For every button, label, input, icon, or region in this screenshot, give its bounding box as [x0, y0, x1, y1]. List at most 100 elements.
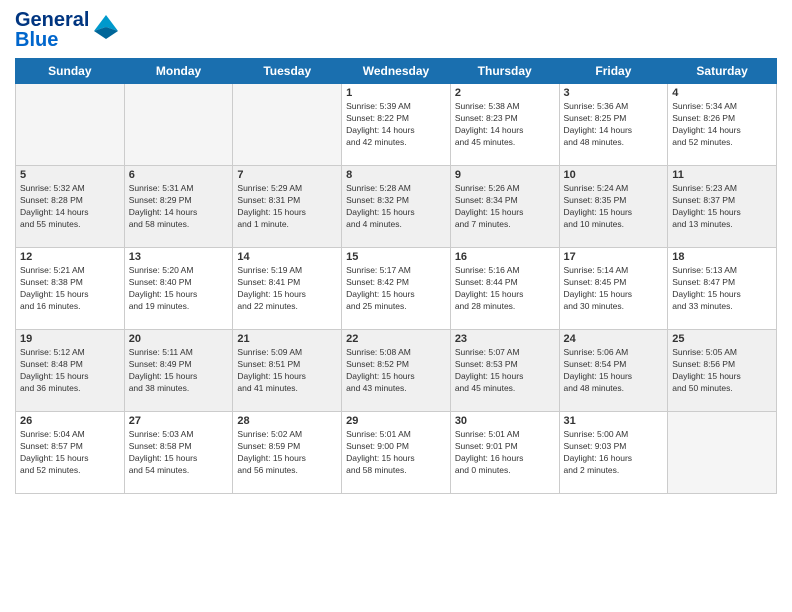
- calendar-cell: [233, 84, 342, 166]
- week-row-1: 1 Sunrise: 5:39 AM Sunset: 8:22 PM Daylig…: [16, 84, 777, 166]
- calendar-cell: 11Sunrise: 5:23 AM Sunset: 8:37 PM Dayli…: [668, 166, 777, 248]
- logo-general: General: [15, 10, 89, 30]
- calendar-cell: [16, 84, 125, 166]
- day-number: 10: [564, 169, 664, 181]
- calendar-cell: 6 Sunrise: 5:31 AM Sunset: 8:29 PM Daylig…: [124, 166, 233, 248]
- weekday-wednesday: Wednesday: [342, 59, 451, 84]
- day-number: 6: [129, 169, 229, 181]
- day-info: Sunrise: 5:07 AM Sunset: 8:53 PM Dayligh…: [455, 347, 555, 395]
- day-info: Sunrise: 5:28 AM Sunset: 8:32 PM Dayligh…: [346, 183, 446, 231]
- day-number: 19: [20, 333, 120, 345]
- day-number: 4: [672, 87, 772, 99]
- weekday-thursday: Thursday: [450, 59, 559, 84]
- day-number: 29: [346, 415, 446, 427]
- calendar-cell: 10Sunrise: 5:24 AM Sunset: 8:35 PM Dayli…: [559, 166, 668, 248]
- calendar-cell: 20Sunrise: 5:11 AM Sunset: 8:49 PM Dayli…: [124, 330, 233, 412]
- day-info: Sunrise: 5:36 AM Sunset: 8:25 PM Dayligh…: [564, 101, 664, 149]
- calendar-cell: [124, 84, 233, 166]
- day-number: 1: [346, 87, 446, 99]
- day-number: 9: [455, 169, 555, 181]
- calendar-cell: [668, 412, 777, 494]
- day-info: Sunrise: 5:12 AM Sunset: 8:48 PM Dayligh…: [20, 347, 120, 395]
- calendar-table: SundayMondayTuesdayWednesdayThursdayFrid…: [15, 58, 777, 494]
- day-info: Sunrise: 5:31 AM Sunset: 8:29 PM Dayligh…: [129, 183, 229, 231]
- calendar-cell: 25Sunrise: 5:05 AM Sunset: 8:56 PM Dayli…: [668, 330, 777, 412]
- day-info: Sunrise: 5:23 AM Sunset: 8:37 PM Dayligh…: [672, 183, 772, 231]
- day-number: 27: [129, 415, 229, 427]
- week-row-5: 26 Sunrise: 5:04 AM Sunset: 8:57 PM Dayli…: [16, 412, 777, 494]
- calendar-cell: 5 Sunrise: 5:32 AM Sunset: 8:28 PM Daylig…: [16, 166, 125, 248]
- weekday-sunday: Sunday: [16, 59, 125, 84]
- day-number: 24: [564, 333, 664, 345]
- day-info: Sunrise: 5:38 AM Sunset: 8:23 PM Dayligh…: [455, 101, 555, 149]
- day-info: Sunrise: 5:39 AM Sunset: 8:22 PM Dayligh…: [346, 101, 446, 149]
- day-info: Sunrise: 5:19 AM Sunset: 8:41 PM Dayligh…: [237, 265, 337, 313]
- week-row-3: 12 Sunrise: 5:21 AM Sunset: 8:38 PM Dayli…: [16, 248, 777, 330]
- calendar-cell: 8 Sunrise: 5:28 AM Sunset: 8:32 PM Daylig…: [342, 166, 451, 248]
- day-number: 12: [20, 251, 120, 263]
- day-info: Sunrise: 5:03 AM Sunset: 8:58 PM Dayligh…: [129, 429, 229, 477]
- calendar-cell: 26 Sunrise: 5:04 AM Sunset: 8:57 PM Dayli…: [16, 412, 125, 494]
- day-info: Sunrise: 5:06 AM Sunset: 8:54 PM Dayligh…: [564, 347, 664, 395]
- page-container: General Blue SundayMondayTuesdayWednesda…: [0, 0, 792, 499]
- calendar-cell: 22Sunrise: 5:08 AM Sunset: 8:52 PM Dayli…: [342, 330, 451, 412]
- day-number: 14: [237, 251, 337, 263]
- day-number: 28: [237, 415, 337, 427]
- day-number: 2: [455, 87, 555, 99]
- day-number: 3: [564, 87, 664, 99]
- day-info: Sunrise: 5:16 AM Sunset: 8:44 PM Dayligh…: [455, 265, 555, 313]
- week-row-2: 5 Sunrise: 5:32 AM Sunset: 8:28 PM Daylig…: [16, 166, 777, 248]
- day-number: 13: [129, 251, 229, 263]
- day-info: Sunrise: 5:32 AM Sunset: 8:28 PM Dayligh…: [20, 183, 120, 231]
- weekday-tuesday: Tuesday: [233, 59, 342, 84]
- day-info: Sunrise: 5:09 AM Sunset: 8:51 PM Dayligh…: [237, 347, 337, 395]
- day-number: 21: [237, 333, 337, 345]
- day-number: 17: [564, 251, 664, 263]
- logo-blue: Blue: [15, 30, 89, 50]
- calendar-cell: 1 Sunrise: 5:39 AM Sunset: 8:22 PM Daylig…: [342, 84, 451, 166]
- header: General Blue: [15, 10, 777, 50]
- logo: General Blue: [15, 10, 120, 50]
- day-number: 30: [455, 415, 555, 427]
- day-info: Sunrise: 5:26 AM Sunset: 8:34 PM Dayligh…: [455, 183, 555, 231]
- calendar-cell: 12 Sunrise: 5:21 AM Sunset: 8:38 PM Dayli…: [16, 248, 125, 330]
- day-info: Sunrise: 5:20 AM Sunset: 8:40 PM Dayligh…: [129, 265, 229, 313]
- calendar-cell: 23 Sunrise: 5:07 AM Sunset: 8:53 PM Dayli…: [450, 330, 559, 412]
- day-number: 23: [455, 333, 555, 345]
- day-info: Sunrise: 5:29 AM Sunset: 8:31 PM Dayligh…: [237, 183, 337, 231]
- day-info: Sunrise: 5:01 AM Sunset: 9:00 PM Dayligh…: [346, 429, 446, 477]
- calendar-cell: 28 Sunrise: 5:02 AM Sunset: 8:59 PM Dayli…: [233, 412, 342, 494]
- calendar-cell: 19 Sunrise: 5:12 AM Sunset: 8:48 PM Dayli…: [16, 330, 125, 412]
- day-info: Sunrise: 5:34 AM Sunset: 8:26 PM Dayligh…: [672, 101, 772, 149]
- day-info: Sunrise: 5:13 AM Sunset: 8:47 PM Dayligh…: [672, 265, 772, 313]
- calendar-cell: 17 Sunrise: 5:14 AM Sunset: 8:45 PM Dayli…: [559, 248, 668, 330]
- day-info: Sunrise: 5:02 AM Sunset: 8:59 PM Dayligh…: [237, 429, 337, 477]
- week-row-4: 19 Sunrise: 5:12 AM Sunset: 8:48 PM Dayli…: [16, 330, 777, 412]
- day-info: Sunrise: 5:04 AM Sunset: 8:57 PM Dayligh…: [20, 429, 120, 477]
- day-number: 8: [346, 169, 446, 181]
- day-info: Sunrise: 5:14 AM Sunset: 8:45 PM Dayligh…: [564, 265, 664, 313]
- weekday-header-row: SundayMondayTuesdayWednesdayThursdayFrid…: [16, 59, 777, 84]
- day-number: 18: [672, 251, 772, 263]
- calendar-cell: 14 Sunrise: 5:19 AM Sunset: 8:41 PM Dayli…: [233, 248, 342, 330]
- calendar-cell: 29 Sunrise: 5:01 AM Sunset: 9:00 PM Dayli…: [342, 412, 451, 494]
- day-info: Sunrise: 5:01 AM Sunset: 9:01 PM Dayligh…: [455, 429, 555, 477]
- day-number: 15: [346, 251, 446, 263]
- calendar-cell: 30 Sunrise: 5:01 AM Sunset: 9:01 PM Dayli…: [450, 412, 559, 494]
- logo-icon: [92, 13, 120, 46]
- day-number: 26: [20, 415, 120, 427]
- day-info: Sunrise: 5:21 AM Sunset: 8:38 PM Dayligh…: [20, 265, 120, 313]
- day-number: 5: [20, 169, 120, 181]
- day-number: 22: [346, 333, 446, 345]
- day-number: 16: [455, 251, 555, 263]
- calendar-cell: 16 Sunrise: 5:16 AM Sunset: 8:44 PM Dayli…: [450, 248, 559, 330]
- calendar-cell: 13 Sunrise: 5:20 AM Sunset: 8:40 PM Dayli…: [124, 248, 233, 330]
- weekday-friday: Friday: [559, 59, 668, 84]
- calendar-cell: 7Sunrise: 5:29 AM Sunset: 8:31 PM Daylig…: [233, 166, 342, 248]
- calendar-cell: 9 Sunrise: 5:26 AM Sunset: 8:34 PM Daylig…: [450, 166, 559, 248]
- calendar-cell: 18 Sunrise: 5:13 AM Sunset: 8:47 PM Dayli…: [668, 248, 777, 330]
- calendar-cell: 3 Sunrise: 5:36 AM Sunset: 8:25 PM Daylig…: [559, 84, 668, 166]
- calendar-cell: 2 Sunrise: 5:38 AM Sunset: 8:23 PM Daylig…: [450, 84, 559, 166]
- calendar-cell: 15Sunrise: 5:17 AM Sunset: 8:42 PM Dayli…: [342, 248, 451, 330]
- calendar-cell: 21 Sunrise: 5:09 AM Sunset: 8:51 PM Dayli…: [233, 330, 342, 412]
